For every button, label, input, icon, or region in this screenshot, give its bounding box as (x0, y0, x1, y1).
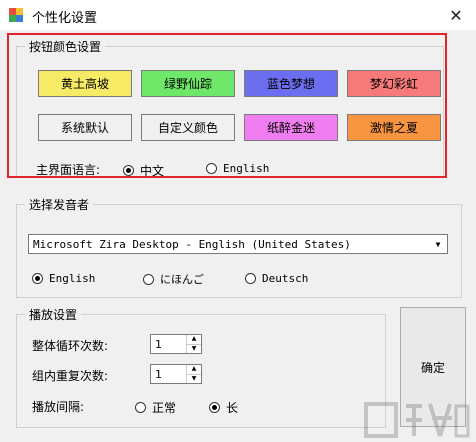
radio-selected-icon (123, 165, 134, 176)
interval-label: 播放间隔: (32, 400, 85, 414)
repeat-count-label: 组内重复次数: (32, 369, 109, 383)
interval-normal[interactable]: 正常 (135, 399, 176, 416)
voice-legend: 选择发音者 (25, 196, 94, 213)
ui-language-english[interactable]: English (206, 162, 269, 175)
title-bar: 个性化设置 ✕ (0, 0, 476, 30)
radio-unselected-icon (135, 402, 146, 413)
voice-lang-japanese[interactable]: にほんご (143, 271, 204, 287)
radio-unselected-icon (245, 273, 256, 284)
color-button-yellow[interactable]: 黄土高坡 (38, 70, 132, 97)
settings-window: 个性化设置 ✕ 按钮颜色设置 黄土高坡 绿野仙踪 蓝色梦想 梦幻彩虹 系统默认 … (0, 0, 476, 442)
color-button-default[interactable]: 系统默认 (38, 114, 132, 141)
radio-unselected-icon (143, 273, 154, 285)
repeat-count-stepper[interactable]: 1 ▲ ▼ (150, 364, 202, 384)
loop-count-stepper[interactable]: 1 ▲ ▼ (150, 334, 202, 354)
close-icon[interactable]: ✕ (436, 0, 476, 30)
window-title: 个性化设置 (32, 11, 98, 26)
color-button-custom[interactable]: 自定义颜色 (141, 114, 235, 141)
watermark-logo (364, 402, 470, 438)
spin-up-icon[interactable]: ▲ (187, 365, 201, 375)
app-icon (9, 8, 23, 22)
loop-count-label: 整体循环次数: (32, 339, 109, 353)
color-button-red[interactable]: 梦幻彩虹 (347, 70, 441, 97)
radio-selected-icon (209, 402, 220, 413)
highlight-frame (7, 33, 447, 178)
interval-long[interactable]: 长 (209, 399, 238, 416)
chevron-down-icon[interactable]: ▼ (430, 236, 446, 252)
color-button-orange[interactable]: 激情之夏 (347, 114, 441, 141)
radio-unselected-icon (206, 163, 217, 174)
color-button-green[interactable]: 绿野仙踪 (141, 70, 235, 97)
ui-language-label: 主界面语言: (36, 163, 101, 177)
ui-language-chinese[interactable]: 中文 (123, 162, 164, 179)
spin-down-icon[interactable]: ▼ (187, 345, 201, 354)
color-button-pink[interactable]: 纸醉金迷 (244, 114, 338, 141)
radio-selected-icon (32, 273, 43, 284)
voice-select-value: Microsoft Zira Desktop - English (United… (33, 238, 351, 251)
voice-lang-deutsch[interactable]: Deutsch (245, 272, 308, 285)
loop-count-value: 1 (155, 338, 162, 351)
color-button-blue[interactable]: 蓝色梦想 (244, 70, 338, 97)
voice-select[interactable]: Microsoft Zira Desktop - English (United… (28, 234, 448, 254)
repeat-count-value: 1 (155, 368, 162, 381)
spin-down-icon[interactable]: ▼ (187, 375, 201, 384)
spin-up-icon[interactable]: ▲ (187, 335, 201, 345)
playback-legend: 播放设置 (25, 306, 82, 323)
voice-lang-english[interactable]: English (32, 272, 95, 285)
